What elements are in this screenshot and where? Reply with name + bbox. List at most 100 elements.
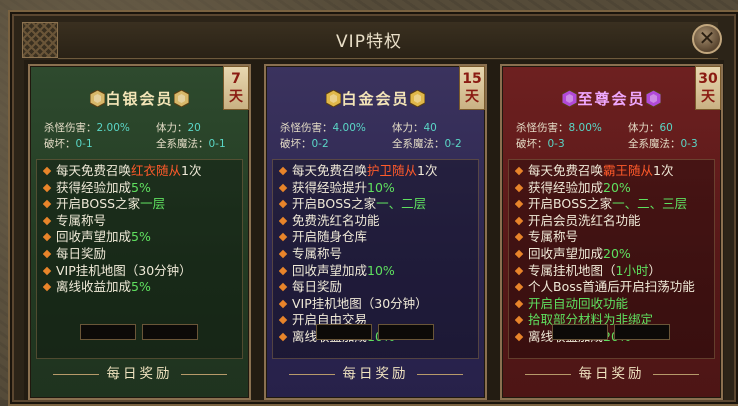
stat-value: 0-3 — [680, 137, 698, 150]
vip-panel-platinum: 15 天白金会员 杀怪伤害：4.00% 体力：40 破坏：0-2 全系魔法：0-2 每天免费… — [264, 64, 487, 400]
privilege-item: 每日奖励 — [43, 246, 242, 263]
privilege-text: 每日奖励 — [56, 245, 107, 261]
reward-slot-platinum[interactable] — [378, 324, 434, 340]
reward-slot-silver[interactable] — [142, 324, 198, 340]
privilege-item: 每日奖励 — [279, 279, 478, 296]
privilege-text: 专属称号 — [292, 245, 343, 261]
diamond-bullet-icon — [515, 316, 524, 325]
diamond-bullet-icon — [43, 233, 52, 242]
privilege-text: 10% — [367, 262, 395, 278]
diamond-bullet-icon — [43, 183, 52, 192]
diamond-bullet-icon — [515, 249, 524, 259]
privilege-item: VIP挂机地图（30分钟） — [43, 263, 242, 280]
privilege-text: 每日奖励 — [292, 279, 343, 295]
stat-label: 杀怪伤害： — [280, 122, 333, 134]
stat-value: 0-1 — [208, 137, 226, 150]
diamond-bullet-icon — [43, 199, 52, 209]
privilege-text: 20% — [603, 245, 631, 261]
stat-label: 体力： — [392, 122, 424, 134]
stat-label: 体力： — [156, 122, 188, 134]
diamond-bullet-icon — [279, 199, 288, 209]
privilege-item: 开启BOSS之家一层 — [43, 196, 242, 213]
privilege-text: 开启会员洗红名功能 — [528, 212, 641, 228]
stat-value: 20 — [187, 122, 201, 134]
diamond-bullet-icon — [279, 183, 288, 192]
privilege-text: 每天免费召唤 — [528, 163, 604, 178]
reward-slot-silver[interactable] — [80, 324, 136, 340]
stat-value: 0-1 — [75, 137, 93, 150]
stat-value: 0-2 — [311, 137, 329, 150]
diamond-bullet-icon — [515, 216, 524, 226]
reward-slot-supreme[interactable] — [614, 324, 670, 340]
privilege-item: 开启BOSS之家一、二、三层 — [515, 196, 714, 213]
diamond-bullet-icon — [279, 249, 288, 259]
diamond-bullet-icon — [279, 282, 288, 292]
diamond-bullet-icon — [515, 233, 524, 242]
privilege-item: 专属称号 — [279, 246, 478, 263]
diamond-bullet-icon — [279, 266, 288, 275]
daily-reward-title: 每日奖励 — [266, 362, 485, 382]
gem-icon — [325, 89, 342, 108]
gem-icon — [409, 89, 425, 108]
gem-icon — [645, 89, 661, 108]
stat-value: 0-3 — [547, 137, 565, 150]
privilege-item: 专属挂机地图（1小时） — [515, 263, 714, 280]
gem-icon — [561, 89, 578, 108]
tier-stats: 杀怪伤害：2.00% 体力：20 破坏：0-1 全系魔法：0-1 — [44, 121, 239, 152]
vip-panel-silver: 7 天白银会员 杀怪伤害：2.00% 体力：20 破坏：0-1 全系魔法：0-1 每天免费召… — [28, 64, 251, 400]
stat-label: 破坏： — [516, 137, 548, 150]
duration-number: 30 — [698, 71, 718, 87]
diamond-bullet-icon — [515, 266, 524, 275]
privilege-text: 专属称号 — [528, 229, 579, 245]
privilege-item: 开启BOSS之家一、二层 — [279, 196, 478, 213]
duration-number: 7 — [231, 71, 241, 87]
privilege-item: 开启自动回收功能 — [515, 296, 714, 313]
privilege-text: 5% — [131, 229, 151, 245]
privilege-text: 获得经验加成 — [528, 179, 604, 195]
diamond-bullet-icon — [43, 282, 52, 292]
tier-name: 白金会员 — [341, 90, 410, 108]
privilege-item: 离线收益加成5% — [43, 279, 242, 296]
privilege-item: 专属称号 — [515, 229, 714, 246]
privilege-item: 获得经验加成20% — [515, 180, 714, 197]
privilege-text: VIP挂机地图（30分钟） — [292, 295, 428, 311]
tier-badge: 白银会员 — [30, 88, 249, 109]
privilege-text: 专属挂机地图（ — [528, 262, 616, 278]
reward-slot-platinum[interactable] — [316, 324, 372, 340]
privilege-text: 离线收益加成 — [56, 279, 132, 295]
privilege-text: 每天免费召唤 — [292, 163, 368, 178]
privilege-text: VIP挂机地图（30分钟） — [56, 262, 192, 278]
privilege-text: 回收声望加成 — [292, 262, 368, 278]
tier-stats: 杀怪伤害：8.00% 体力：60 破坏：0-3 全系魔法：0-3 — [516, 121, 711, 152]
privilege-item: 回收声望加成20% — [515, 246, 714, 263]
privilege-text: 一、二、三层 — [612, 196, 688, 212]
diamond-bullet-icon — [43, 266, 52, 275]
stat-label: 全系魔法： — [628, 137, 681, 150]
privilege-text: 一层 — [140, 196, 166, 212]
privilege-item: 专属称号 — [43, 213, 242, 230]
privilege-text: 护卫随从 — [367, 163, 418, 178]
privilege-text: 开启随身仓库 — [292, 229, 368, 245]
privilege-text: 1次 — [181, 163, 202, 178]
privilege-text: 10% — [367, 179, 395, 195]
privilege-item: 回收声望加成10% — [279, 263, 478, 280]
diamond-bullet-icon — [515, 183, 524, 192]
tier-stats: 杀怪伤害：4.00% 体力：40 破坏：0-2 全系魔法：0-2 — [280, 121, 475, 152]
diamond-bullet-icon — [515, 199, 524, 209]
window-title: VIP特权 — [336, 32, 402, 52]
diamond-bullet-icon — [43, 216, 52, 226]
privilege-text: 1次 — [417, 163, 438, 178]
close-icon[interactable]: ✕ — [692, 24, 722, 54]
privilege-text: ） — [648, 262, 661, 278]
stat-value: 4.00% — [332, 122, 366, 134]
stat-value: 2.00% — [96, 122, 130, 134]
diamond-bullet-icon — [279, 216, 288, 226]
diamond-bullet-icon — [515, 166, 524, 176]
privilege-list: 每天免费召唤红衣随从1次 获得经验加成5% 开启BOSS之家一层 专属称号 回收声望加成… — [36, 159, 243, 359]
gem-icon — [89, 89, 106, 108]
reward-slot-supreme[interactable] — [552, 324, 608, 340]
privilege-text: 红衣随从 — [131, 163, 182, 178]
diamond-bullet-icon — [279, 332, 288, 342]
privilege-text: 专属称号 — [56, 212, 107, 228]
daily-reward-title: 每日奖励 — [30, 362, 249, 382]
